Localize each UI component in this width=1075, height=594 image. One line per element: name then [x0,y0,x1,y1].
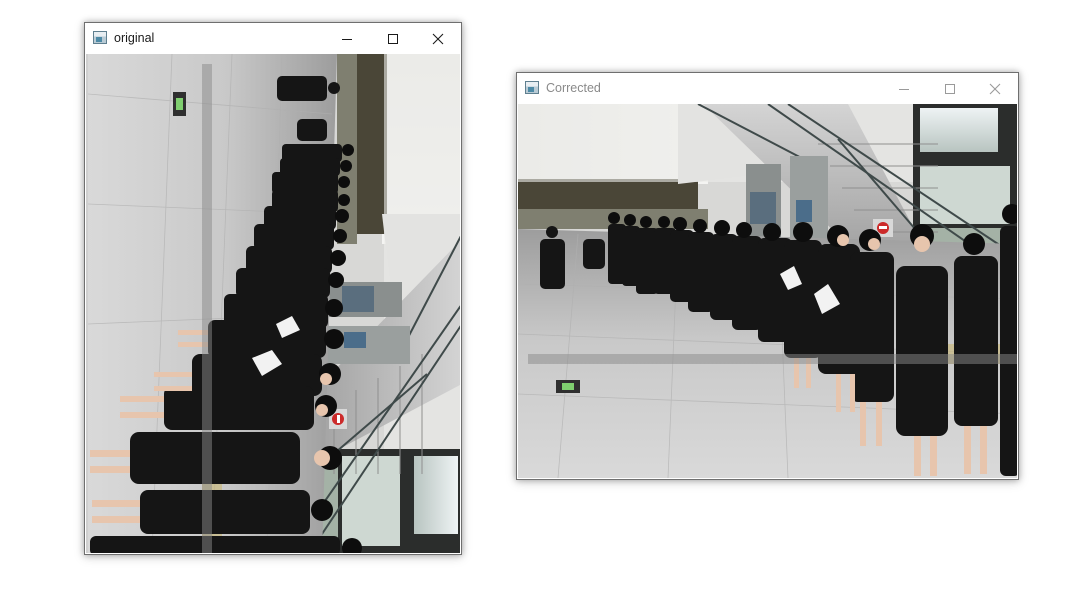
maximize-icon [387,33,398,44]
close-icon [432,33,443,44]
close-button[interactable] [972,73,1017,104]
image-window-icon [525,81,539,94]
window-title: original [114,31,155,45]
minimize-button[interactable] [881,73,926,104]
corrected-photo [518,104,1017,478]
maximize-icon [944,83,955,94]
image-viewport [86,54,460,553]
maximize-button[interactable] [370,23,415,54]
corrected-window[interactable]: Corrected [516,72,1019,480]
minimize-icon [341,38,352,40]
window-title: Corrected [546,81,601,95]
minimize-button[interactable] [324,23,369,54]
image-window-icon [93,31,107,44]
title-bar[interactable]: original [85,23,461,54]
image-viewport [518,104,1017,478]
maximize-button[interactable] [927,73,972,104]
close-button[interactable] [415,23,460,54]
minimize-icon [898,88,909,90]
rotated-photo [88,54,460,553]
original-window[interactable]: original [84,22,462,555]
close-icon [989,83,1000,94]
title-bar[interactable]: Corrected [517,73,1018,104]
